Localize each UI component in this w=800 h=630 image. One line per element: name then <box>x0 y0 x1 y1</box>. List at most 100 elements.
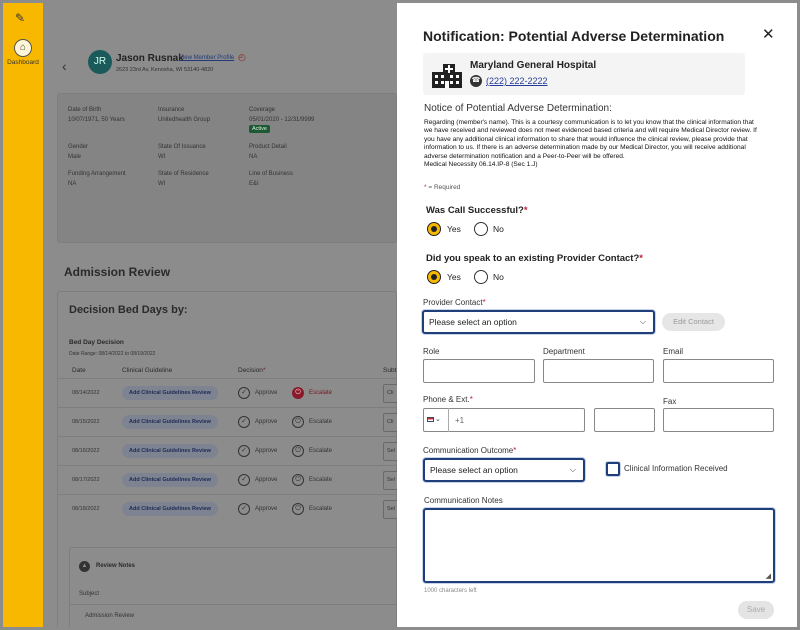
review-notes-label[interactable]: Review Notes <box>96 563 135 569</box>
escalate-icon[interactable]: ⏻ <box>292 387 304 399</box>
state-issuance-value: WI <box>158 154 166 160</box>
escalate-icon[interactable]: ⏻ <box>292 445 304 457</box>
clinical-info-received-checkbox[interactable] <box>606 462 620 476</box>
email-label: Email <box>663 347 684 356</box>
subtype-select[interactable]: Sel <box>383 500 397 519</box>
lob-label: Line of Business <box>249 171 294 177</box>
left-nav-rail: ✎ ⌂ Dashboard <box>3 3 43 627</box>
chevron-down-icon: ⌄ <box>435 416 441 423</box>
outcome-label-text: Communication Outcome <box>423 446 514 455</box>
approve-label: Approve <box>255 419 278 425</box>
coverage-value: 05/01/2020 - 12/31/9999 <box>249 117 315 123</box>
dob-value: 10/07/1971, 50 Years <box>68 117 125 123</box>
adverse-determination-modal: Notification: Potential Adverse Determin… <box>397 3 797 627</box>
state-issuance-cell: State Of Issuance WI <box>158 144 206 160</box>
table-row: 08/16/2022 Add Clinical Guidelines Revie… <box>58 436 397 465</box>
subtype-select[interactable]: Sel <box>383 471 397 490</box>
save-button[interactable]: Save <box>738 601 774 619</box>
dob-cell: Date of Birth 10/07/1971, 50 Years <box>68 107 125 123</box>
escalate-icon[interactable]: ⏻ <box>292 503 304 515</box>
notice-reference: Medical Necessity 06.14.IP-8 (Sec 1.J) <box>424 161 538 169</box>
back-chevron-icon[interactable]: ‹ <box>62 58 67 74</box>
table-row: 08/17/2022 Add Clinical Guidelines Revie… <box>58 465 397 494</box>
check-icon[interactable]: ✓ <box>238 445 250 457</box>
notice-text: Regarding (member's name). This is a cou… <box>424 119 757 160</box>
provider-contact-question: Did you speak to an existing Provider Co… <box>426 253 643 264</box>
edit-contact-button[interactable]: Edit Contact <box>662 313 725 331</box>
call-successful-yes-radio[interactable] <box>427 222 441 236</box>
clinical-info-received-label[interactable]: Clinical Information Received <box>624 464 728 473</box>
existing-contact-yes-radio[interactable] <box>427 270 441 284</box>
nav-dashboard-label[interactable]: Dashboard <box>3 59 43 66</box>
add-guideline-button[interactable]: Add Clinical Guidelines Review <box>122 444 218 458</box>
decision-card: Decision Bed Days by: Bed Day Decision D… <box>57 291 397 627</box>
col-decision-label: Decision <box>238 367 263 374</box>
country-code-select[interactable]: ⌄ <box>423 408 449 432</box>
check-icon[interactable]: ✓ <box>238 474 250 486</box>
table-row: 08/15/2022 Add Clinical Guidelines Revie… <box>58 407 397 436</box>
row-date: 08/17/2022 <box>72 477 100 483</box>
email-input[interactable] <box>663 359 774 383</box>
residence-value: WI <box>158 181 166 187</box>
row-date: 08/16/2022 <box>72 448 100 454</box>
provider-contact-label: Provider Contact* <box>423 298 486 307</box>
status-badge: Active <box>249 125 270 133</box>
hospital-phone-link[interactable]: (222) 222-2222 <box>486 76 548 86</box>
close-icon[interactable]: ✕ <box>762 25 775 43</box>
call-successful-no-radio[interactable] <box>474 222 488 236</box>
state-issuance-label: State Of Issuance <box>158 144 206 150</box>
subtype-select[interactable]: Sel <box>383 442 397 461</box>
fax-input[interactable] <box>663 408 774 432</box>
hospital-icon <box>432 64 462 88</box>
hospital-card: Maryland General Hospital ☎ (222) 222-22… <box>423 53 745 95</box>
phone-ext-input[interactable] <box>594 408 655 432</box>
residence-label: State of Residence <box>158 171 209 177</box>
check-icon[interactable]: ✓ <box>238 416 250 428</box>
escalate-icon[interactable]: ⏻ <box>292 416 304 428</box>
existing-contact-no-radio[interactable] <box>474 270 488 284</box>
gender-value: Male <box>68 154 82 160</box>
funding-value: NA <box>68 181 77 187</box>
phone-label: Phone & Ext.* <box>423 395 473 404</box>
department-input[interactable] <box>543 359 654 383</box>
role-input[interactable] <box>423 359 535 383</box>
approve-label: Approve <box>255 390 278 396</box>
escalate-label: Escalate <box>309 448 333 454</box>
col-sub: Subt <box>383 367 397 374</box>
provider-contact-select[interactable]: Please select an option ⌵ <box>422 310 655 334</box>
check-icon[interactable]: ✓ <box>238 503 250 515</box>
home-icon[interactable]: ⌂ <box>14 39 32 57</box>
background-page: ‹ JR Jason Rusnak View Member Profile ◴ … <box>43 3 397 627</box>
add-guideline-button[interactable]: Add Clinical Guidelines Review <box>122 502 218 516</box>
existing-contact-no-label: No <box>493 272 504 282</box>
col-guideline: Clinical Guideline <box>122 367 173 374</box>
subject-label: Subject <box>79 591 100 597</box>
escalate-label: Escalate <box>309 419 333 425</box>
add-guideline-button[interactable]: Add Clinical Guidelines Review <box>122 386 218 400</box>
add-guideline-button[interactable]: Add Clinical Guidelines Review <box>122 473 218 487</box>
subject-value: Admission Review <box>70 604 397 627</box>
resize-handle-icon[interactable]: ◢ <box>766 572 771 580</box>
table-row: 08/18/2022 Add Clinical Guidelines Revie… <box>58 494 397 523</box>
gender-label: Gender <box>68 144 89 150</box>
subtype-select[interactable]: Cli <box>383 384 397 403</box>
row-date: 08/15/2022 <box>72 419 100 425</box>
add-guideline-button[interactable]: Add Clinical Guidelines Review <box>122 415 218 429</box>
check-icon[interactable]: ✓ <box>238 387 250 399</box>
call-successful-question: Was Call Successful?* <box>426 205 528 216</box>
outcome-label: Communication Outcome* <box>423 446 517 455</box>
view-member-profile-link[interactable]: View Member Profile <box>179 55 234 61</box>
communication-notes-textarea[interactable]: ◢ <box>423 508 775 583</box>
escalate-icon[interactable]: ⏻ <box>292 474 304 486</box>
lob-cell: Line of Business E&I <box>249 171 293 187</box>
dob-label: Date of Birth <box>68 107 102 113</box>
insurance-cell: Insurance Unitedhealth Group <box>158 107 210 123</box>
subtype-select[interactable]: Cli <box>383 413 397 432</box>
approve-label: Approve <box>255 506 278 512</box>
bed-day-decision-title: Bed Day Decision <box>69 339 124 346</box>
collapse-icon[interactable]: ▲ <box>79 561 90 572</box>
approve-label: Approve <box>255 477 278 483</box>
approve-label: Approve <box>255 448 278 454</box>
member-info-card: Date of Birth 10/07/1971, 50 Years Insur… <box>57 93 397 243</box>
communication-outcome-select[interactable]: Please select an option ⌵ <box>423 458 585 482</box>
